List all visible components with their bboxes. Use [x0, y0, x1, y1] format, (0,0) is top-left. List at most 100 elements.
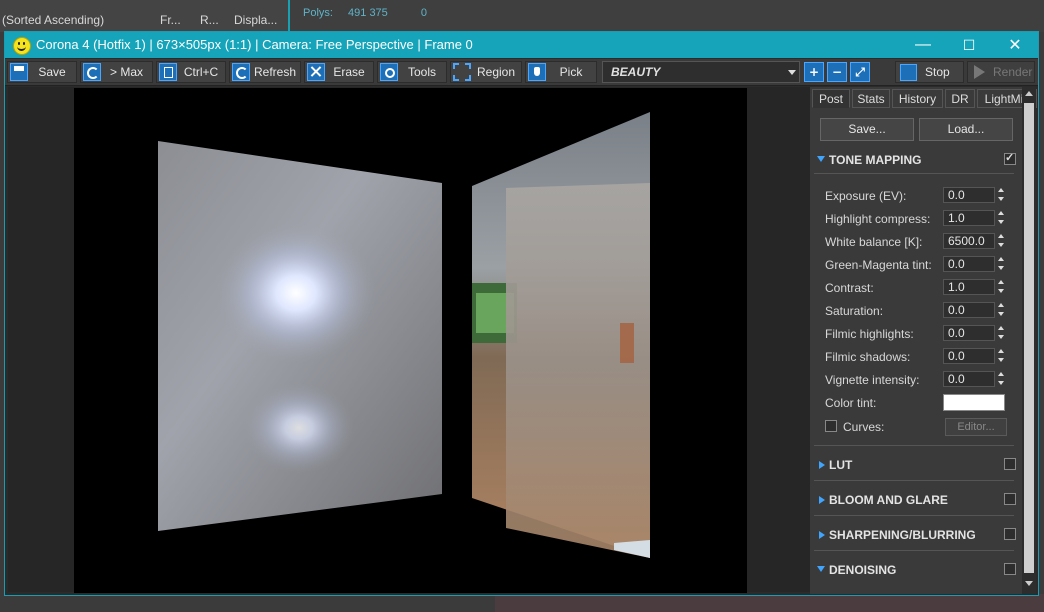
- filmic-highlights-input[interactable]: 0.0: [943, 325, 995, 341]
- panel-scrollbar[interactable]: [1022, 87, 1036, 594]
- zoom-in-button[interactable]: +: [804, 62, 824, 82]
- save-button[interactable]: Save: [7, 61, 77, 83]
- stop-button[interactable]: Stop: [895, 61, 964, 83]
- minimize-icon: —: [915, 36, 931, 53]
- saturation-input[interactable]: 0.0: [943, 302, 995, 318]
- save-preset-button[interactable]: Save...: [820, 118, 914, 141]
- region-button[interactable]: Region: [450, 61, 522, 83]
- color-tint-swatch[interactable]: [943, 394, 1005, 411]
- window-titlebar[interactable]: Corona 4 (Hotfix 1) | 673×505px (1:1) | …: [5, 32, 1038, 58]
- section-denoising[interactable]: DENOISING: [814, 562, 1016, 580]
- section-lut[interactable]: LUT: [814, 457, 1016, 475]
- section-bloom-glare[interactable]: BLOOM AND GLARE: [814, 492, 1016, 510]
- param-label: Curves:: [843, 420, 885, 434]
- exposure-input[interactable]: 0.0: [943, 187, 995, 203]
- tab-post[interactable]: Post: [812, 89, 850, 108]
- column-header-renderable[interactable]: R...: [200, 13, 219, 27]
- spinner-icon[interactable]: [998, 211, 1006, 226]
- copy-button[interactable]: Ctrl+C: [156, 61, 226, 83]
- vignette-input[interactable]: 0.0: [943, 371, 995, 387]
- highlight-compress-input[interactable]: 1.0: [943, 210, 995, 226]
- spinner-icon[interactable]: [998, 280, 1006, 295]
- erase-button[interactable]: Erase: [304, 61, 374, 83]
- chevron-down-icon: [788, 70, 796, 75]
- close-icon: ✕: [1008, 37, 1022, 54]
- scroll-thumb[interactable]: [1024, 103, 1034, 573]
- render-element-dropdown[interactable]: BEAUTY: [602, 61, 800, 83]
- expand-arrow-icon: [817, 566, 825, 572]
- param-saturation: Saturation: 0.0: [825, 302, 1010, 320]
- param-filmic-shadows: Filmic shadows: 0.0: [825, 348, 1010, 366]
- spinner-icon[interactable]: [998, 188, 1006, 203]
- stats-polys-value: 491 375: [348, 7, 388, 19]
- stats-polys-label: Polys:: [303, 7, 333, 19]
- spinner-icon[interactable]: [998, 326, 1006, 341]
- param-label: Highlight compress:: [825, 212, 931, 226]
- scroll-up-icon[interactable]: [1025, 91, 1033, 96]
- refresh-button[interactable]: Refresh: [229, 61, 301, 83]
- param-exposure: Exposure (EV): 0.0: [825, 187, 1010, 205]
- lut-checkbox[interactable]: [1004, 458, 1016, 470]
- collapse-arrow-icon: [819, 531, 825, 539]
- zoom-in-icon: +: [808, 65, 820, 79]
- green-magenta-input[interactable]: 0.0: [943, 256, 995, 272]
- minimize-button[interactable]: —: [900, 32, 946, 58]
- stop-label: Stop: [925, 65, 950, 79]
- curves-editor-button[interactable]: Editor...: [945, 418, 1007, 436]
- outliner-sort-label: (Sorted Ascending): [2, 13, 105, 27]
- curves-checkbox[interactable]: [825, 420, 837, 432]
- tone-mapping-checkbox[interactable]: [1004, 151, 1016, 165]
- render-viewport[interactable]: [8, 87, 810, 593]
- collapse-arrow-icon: [819, 461, 825, 469]
- filmic-shadows-input[interactable]: 0.0: [943, 348, 995, 364]
- stop-icon: [900, 63, 917, 81]
- section-title: BLOOM AND GLARE: [829, 493, 948, 507]
- section-title: SHARPENING/BLURRING: [829, 528, 976, 542]
- render-button[interactable]: Render: [967, 61, 1035, 83]
- render-label: Render: [993, 65, 1033, 79]
- close-button[interactable]: ✕: [992, 32, 1038, 58]
- denoising-checkbox[interactable]: [1004, 563, 1016, 575]
- spinner-icon[interactable]: [998, 257, 1006, 272]
- tab-history[interactable]: History: [892, 89, 943, 108]
- section-sharpening[interactable]: SHARPENING/BLURRING: [814, 527, 1016, 545]
- spinner-icon[interactable]: [998, 234, 1006, 249]
- zoom-out-button[interactable]: −: [827, 62, 847, 82]
- zoom-fit-button[interactable]: ⤢: [850, 62, 870, 82]
- corona-vfb-window: Corona 4 (Hotfix 1) | 673×505px (1:1) | …: [4, 31, 1039, 596]
- render-element-value: BEAUTY: [611, 65, 661, 79]
- spinner-icon[interactable]: [998, 303, 1006, 318]
- param-label: Saturation:: [825, 304, 884, 318]
- white-balance-input[interactable]: 6500.0: [943, 233, 995, 249]
- region-label: Region: [476, 65, 516, 79]
- copy-label: Ctrl+C: [183, 65, 219, 79]
- param-label: Filmic highlights:: [825, 327, 914, 341]
- bloom-checkbox[interactable]: [1004, 493, 1016, 505]
- contrast-input[interactable]: 1.0: [943, 279, 995, 295]
- tools-button[interactable]: Tools: [377, 61, 447, 83]
- section-title: TONE MAPPING: [829, 153, 922, 167]
- tab-stats[interactable]: Stats: [852, 89, 890, 108]
- load-preset-button[interactable]: Load...: [919, 118, 1013, 141]
- param-vignette-intensity: Vignette intensity: 0.0: [825, 371, 1010, 389]
- corona-smiley-icon: [13, 37, 31, 55]
- maximize-button[interactable]: ☐: [946, 32, 992, 58]
- post-panel: Post Stats History DR LightMix Save... L…: [810, 87, 1037, 594]
- spinner-icon[interactable]: [998, 372, 1006, 387]
- column-header-frozen[interactable]: Fr...: [160, 13, 181, 27]
- refresh-label: Refresh: [254, 65, 297, 79]
- gear-icon: [380, 63, 398, 81]
- erase-label: Erase: [333, 65, 365, 79]
- section-tone-mapping[interactable]: TONE MAPPING: [814, 151, 1016, 170]
- param-contrast: Contrast: 1.0: [825, 279, 1010, 297]
- scroll-down-icon[interactable]: [1025, 581, 1033, 586]
- pick-button[interactable]: Pick: [525, 61, 597, 83]
- tab-dr[interactable]: DR: [945, 89, 975, 108]
- spinner-icon[interactable]: [998, 349, 1006, 364]
- sharpening-checkbox[interactable]: [1004, 528, 1016, 540]
- column-header-display[interactable]: Displa...: [234, 13, 277, 27]
- param-label: Color tint:: [825, 396, 877, 410]
- maximize-icon: ☐: [962, 36, 976, 53]
- send-to-max-button[interactable]: > Max: [80, 61, 153, 83]
- param-label: Green-Magenta tint:: [825, 258, 932, 272]
